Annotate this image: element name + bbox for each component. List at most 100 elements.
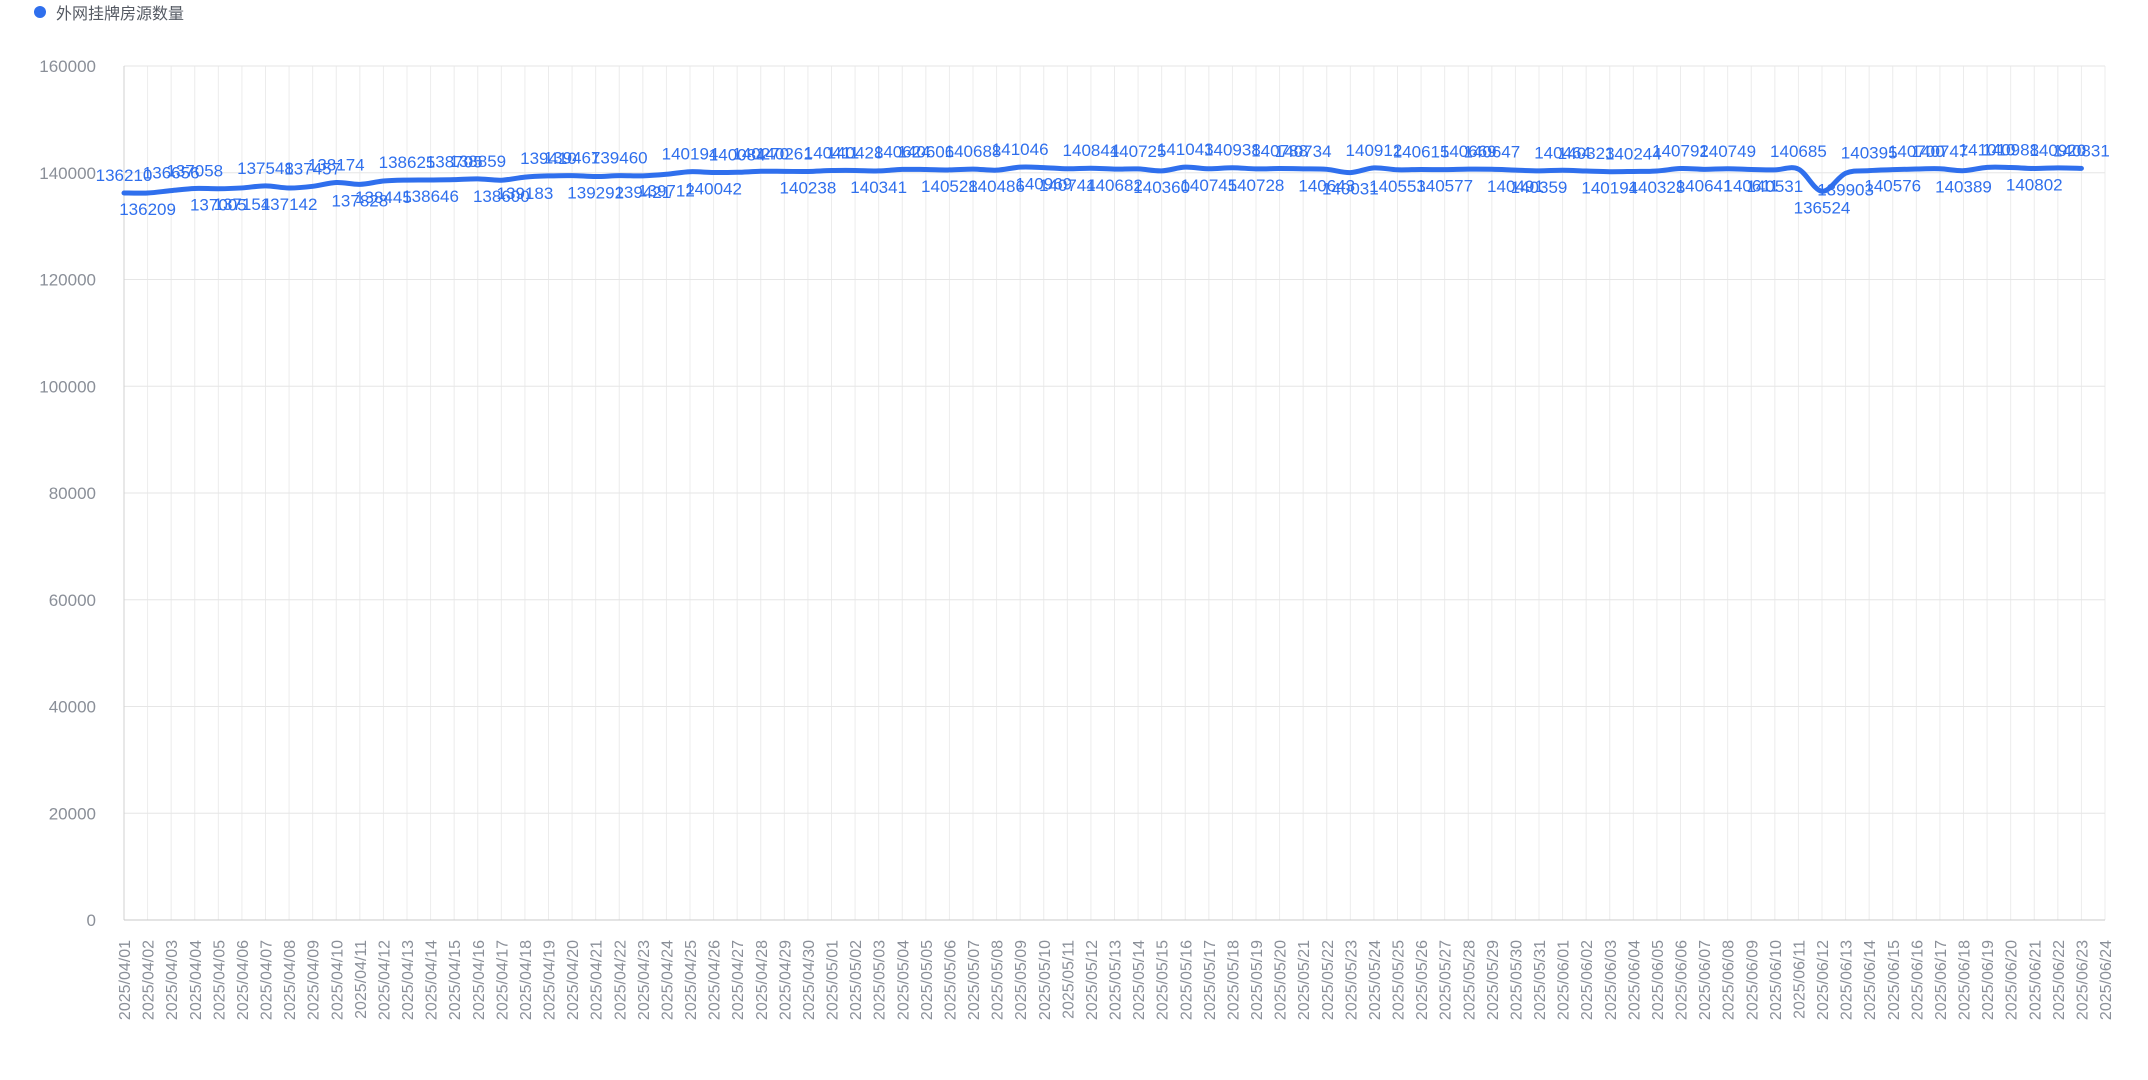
data-point[interactable] [639,172,647,180]
data-point[interactable] [1488,165,1496,173]
data-point[interactable] [403,176,411,184]
data-point[interactable] [1936,165,1944,173]
x-tick-label: 2025/06/05 [1650,940,1667,1020]
data-point[interactable] [1535,167,1543,175]
data-point[interactable] [710,169,718,177]
data-point[interactable] [1040,164,1048,172]
data-point[interactable] [1276,165,1284,173]
x-tick-label: 2025/05/28 [1461,940,1478,1020]
data-point[interactable] [993,166,1001,174]
data-point[interactable] [1606,168,1614,176]
data-point[interactable] [828,167,836,175]
data-point[interactable] [1111,165,1119,173]
data-point[interactable] [1912,165,1920,173]
x-tick-label: 2025/06/03 [1603,940,1620,1020]
data-point[interactable] [309,182,317,190]
data-point[interactable] [1205,165,1213,173]
data-point[interactable] [686,168,694,176]
y-tick-label: 0 [87,911,96,930]
data-point[interactable] [875,167,883,175]
x-tick-label: 2025/06/13 [1839,940,1856,1020]
data-point[interactable] [2030,164,2038,172]
x-tick-label: 2025/05/09 [1013,940,1030,1020]
data-point[interactable] [1417,165,1425,173]
data-point[interactable] [1252,165,1260,173]
data-point[interactable] [2007,163,2015,171]
data-point[interactable] [1653,167,1661,175]
data-point[interactable] [898,165,906,173]
x-tick-label: 2025/04/18 [518,940,535,1020]
data-point[interactable] [1228,164,1236,172]
x-tick-label: 2025/05/26 [1414,940,1431,1020]
data-point[interactable] [1158,167,1166,175]
data-point[interactable] [568,172,576,180]
data-point[interactable] [1394,166,1402,174]
data-label: 137142 [261,195,318,214]
data-point[interactable] [662,170,670,178]
data-point[interactable] [1323,165,1331,173]
x-tick-label: 2025/04/21 [589,940,606,1020]
data-point[interactable] [1016,163,1024,171]
data-point[interactable] [1677,165,1685,173]
data-point[interactable] [167,187,175,195]
data-point[interactable] [592,173,600,181]
data-point[interactable] [379,177,387,185]
x-tick-label: 2025/06/23 [2074,940,2091,1020]
data-point[interactable] [969,165,977,173]
data-point[interactable] [2054,164,2062,172]
data-point[interactable] [1700,165,1708,173]
data-point[interactable] [1865,167,1873,175]
data-point[interactable] [1464,165,1472,173]
data-label: 140042 [685,180,742,199]
data-point[interactable] [1511,166,1519,174]
data-point[interactable] [733,168,741,176]
data-point[interactable] [120,189,128,197]
data-point[interactable] [1983,163,1991,171]
data-point[interactable] [780,167,788,175]
data-point[interactable] [1063,165,1071,173]
data-point[interactable] [238,184,246,192]
x-tick-label: 2025/06/21 [2027,940,2044,1020]
data-point[interactable] [1842,169,1850,177]
data-point[interactable] [214,185,222,193]
data-point[interactable] [922,166,930,174]
data-point[interactable] [1299,165,1307,173]
data-label: 140802 [2006,175,2063,194]
data-point[interactable] [1087,164,1095,172]
x-tick-label: 2025/04/13 [400,940,417,1020]
data-point[interactable] [450,176,458,184]
data-point[interactable] [1582,167,1590,175]
data-point[interactable] [1747,165,1755,173]
data-point[interactable] [545,172,553,180]
data-point[interactable] [427,176,435,184]
data-point[interactable] [285,184,293,192]
data-point[interactable] [262,182,270,190]
data-point[interactable] [521,173,529,181]
data-point[interactable] [1724,165,1732,173]
data-point[interactable] [804,167,812,175]
data-point[interactable] [1559,166,1567,174]
data-point[interactable] [1134,165,1142,173]
data-point[interactable] [144,189,152,197]
data-point[interactable] [191,184,199,192]
data-point[interactable] [1889,166,1897,174]
data-point[interactable] [1794,165,1802,173]
data-point[interactable] [1629,167,1637,175]
data-point[interactable] [1960,167,1968,175]
data-point[interactable] [1370,164,1378,172]
data-point[interactable] [945,166,953,174]
data-label: 140749 [1699,142,1756,161]
data-point[interactable] [851,166,859,174]
x-tick-label: 2025/06/07 [1697,940,1714,1020]
x-tick-label: 2025/04/28 [754,940,771,1020]
data-point[interactable] [1181,163,1189,171]
data-point[interactable] [1771,166,1779,174]
data-point[interactable] [474,175,482,183]
data-point[interactable] [757,167,765,175]
x-tick-label: 2025/05/29 [1485,940,1502,1020]
data-point[interactable] [332,178,340,186]
data-point[interactable] [497,176,505,184]
data-point[interactable] [1441,166,1449,174]
data-point[interactable] [615,172,623,180]
data-point[interactable] [2077,164,2085,172]
